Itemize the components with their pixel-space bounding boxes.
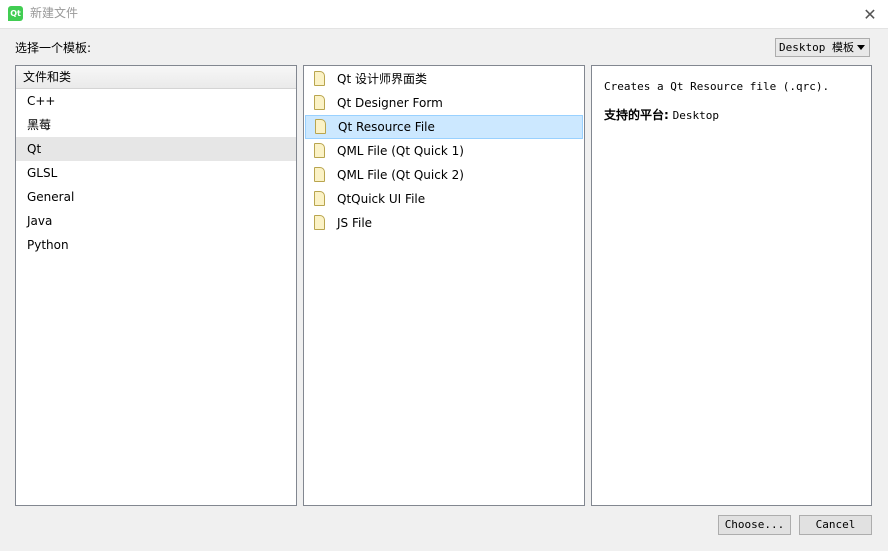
category-item-blackberry[interactable]: 黑莓: [16, 113, 296, 137]
file-icon: [314, 95, 325, 110]
template-item-label: QML File (Qt Quick 1): [337, 144, 464, 158]
template-item-label: QML File (Qt Quick 2): [337, 168, 464, 182]
platform-filter-dropdown[interactable]: Desktop 模板: [775, 38, 870, 57]
template-item-qtquick-ui-file[interactable]: QtQuick UI File: [305, 187, 583, 211]
file-icon: [315, 119, 326, 134]
category-panel: 文件和类 C++ 黑莓 Qt GLSL General Java Python: [15, 65, 297, 506]
template-item-qml-file-qtquick1[interactable]: QML File (Qt Quick 1): [305, 139, 583, 163]
template-item-label: Qt 设计师界面类: [337, 72, 427, 86]
category-item-glsl[interactable]: GLSL: [16, 161, 296, 185]
template-panel: Qt 设计师界面类 Qt Designer Form Qt Resource F…: [303, 65, 585, 506]
file-icon: [314, 215, 325, 230]
template-item-js-file[interactable]: JS File: [305, 211, 583, 235]
description-panel: Creates a Qt Resource file (.qrc). 支持的平台…: [591, 65, 872, 506]
supported-platforms-value: Desktop: [672, 109, 719, 122]
supported-platforms: 支持的平台: Desktop: [604, 107, 719, 124]
file-icon: [314, 167, 325, 182]
supported-platforms-label: 支持的平台:: [604, 108, 669, 122]
choose-button[interactable]: Choose...: [718, 515, 791, 535]
category-item-java[interactable]: Java: [16, 209, 296, 233]
category-item-python[interactable]: Python: [16, 233, 296, 257]
template-item-qt-designer-form[interactable]: Qt Designer Form: [305, 91, 583, 115]
choose-template-label: 选择一个模板:: [15, 41, 92, 55]
category-item-cpp[interactable]: C++: [16, 89, 296, 113]
template-item-label: Qt Designer Form: [337, 96, 443, 110]
file-icon: [314, 71, 325, 86]
close-button[interactable]: ✕: [852, 0, 888, 28]
category-item-qt[interactable]: Qt: [16, 137, 296, 161]
template-item-qt-resource-file[interactable]: Qt Resource File: [305, 115, 583, 139]
file-icon: [314, 191, 325, 206]
dropdown-arrow-icon: [857, 45, 865, 50]
template-item-label: JS File: [337, 216, 373, 230]
template-item-qml-file-qtquick2[interactable]: QML File (Qt Quick 2): [305, 163, 583, 187]
template-description: Creates a Qt Resource file (.qrc).: [604, 80, 830, 93]
title-bar: Qt 新建文件 ✕: [0, 0, 888, 29]
window-title: 新建文件: [30, 6, 79, 20]
file-icon: [314, 143, 325, 158]
category-header[interactable]: 文件和类: [16, 66, 296, 89]
category-item-general[interactable]: General: [16, 185, 296, 209]
platform-filter-value: Desktop 模板: [779, 41, 854, 54]
template-item-label: QtQuick UI File: [337, 192, 426, 206]
template-item-qt-designer-class[interactable]: Qt 设计师界面类: [305, 67, 583, 91]
close-icon: ✕: [863, 4, 877, 24]
template-item-label: Qt Resource File: [338, 120, 435, 134]
cancel-button[interactable]: Cancel: [799, 515, 872, 535]
qt-app-icon: Qt: [8, 6, 23, 21]
